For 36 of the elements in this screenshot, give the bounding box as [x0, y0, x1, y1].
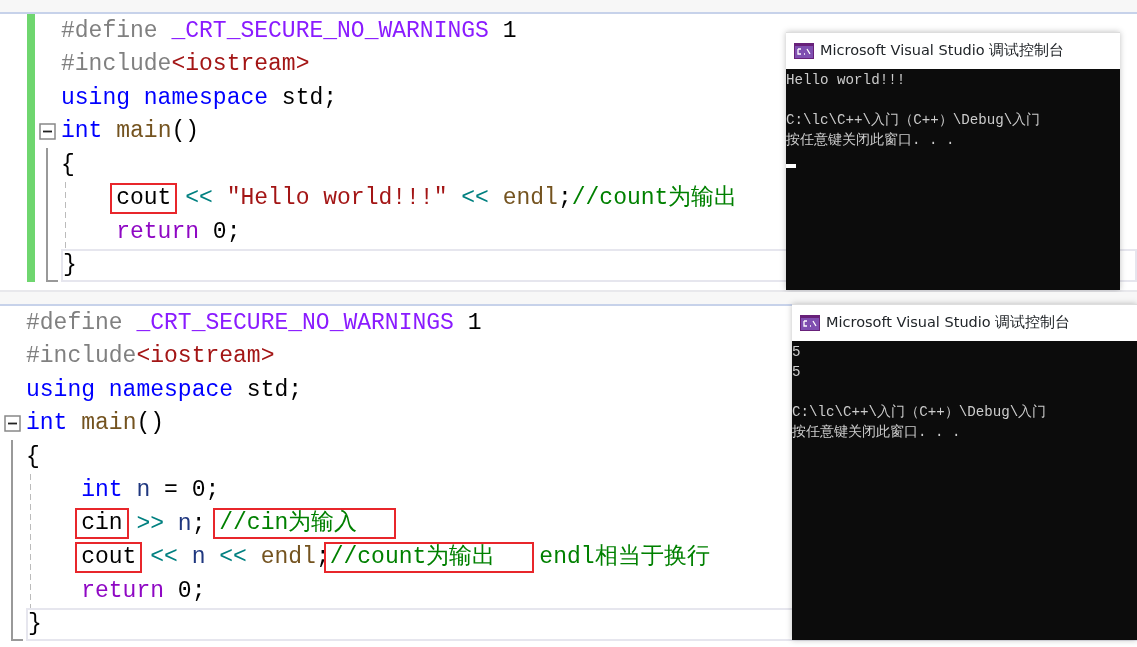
collapse-icon[interactable]: [39, 122, 56, 140]
code-text: int n = 0;: [81, 476, 220, 505]
console-line: 按任意键关闭此窗口. . .: [786, 131, 956, 150]
highlighted-code: cout: [75, 541, 143, 573]
code-text: {: [26, 442, 40, 472]
code-text: using namespace std;: [26, 375, 303, 405]
console-line: 5: [792, 363, 802, 382]
highlighted-code: cout: [110, 182, 178, 214]
console-title: Microsoft Visual Studio 调试控制台: [826, 313, 1071, 333]
code-text: {: [61, 150, 75, 180]
code-text: using namespace std;: [61, 83, 338, 113]
collapse-icon[interactable]: [4, 414, 21, 432]
console-icon: [800, 315, 820, 331]
code-text: >> n;: [135, 509, 207, 539]
highlighted-code: cin: [75, 508, 129, 540]
code-text: #include<iostream>: [26, 342, 275, 371]
console-icon: [794, 43, 814, 59]
console-line: Hello world!!!: [786, 71, 907, 90]
code-text: }: [63, 251, 77, 280]
code-text: }: [28, 610, 42, 639]
console-title: Microsoft Visual Studio 调试控制台: [820, 41, 1065, 61]
console-line: C:\lc\C++\入门（C++）\Debug\入门: [786, 111, 1042, 130]
console-line: 5: [792, 343, 802, 362]
code-text: << "Hello world!!!" << endl;//count为输出: [184, 184, 738, 213]
annotation-text: endl相当于换行: [539, 543, 710, 572]
code-text: #define _CRT_SECURE_NO_WARNINGS 1: [26, 308, 482, 338]
highlighted-code: //cin为输入: [213, 508, 397, 540]
code-text: #include<iostream>: [61, 50, 310, 79]
highlighted-code: //count为输出: [323, 541, 535, 573]
code-text: return 0;: [81, 576, 206, 606]
code-text: int main(): [61, 117, 200, 146]
code-text: #define _CRT_SECURE_NO_WARNINGS 1: [61, 16, 517, 46]
code-text: int main(): [26, 409, 165, 438]
code-text: return 0;: [116, 217, 241, 247]
console-line: 按任意键关闭此窗口. . .: [792, 423, 962, 442]
console-line: C:\lc\C++\入门（C++）\Debug\入门: [792, 403, 1048, 422]
